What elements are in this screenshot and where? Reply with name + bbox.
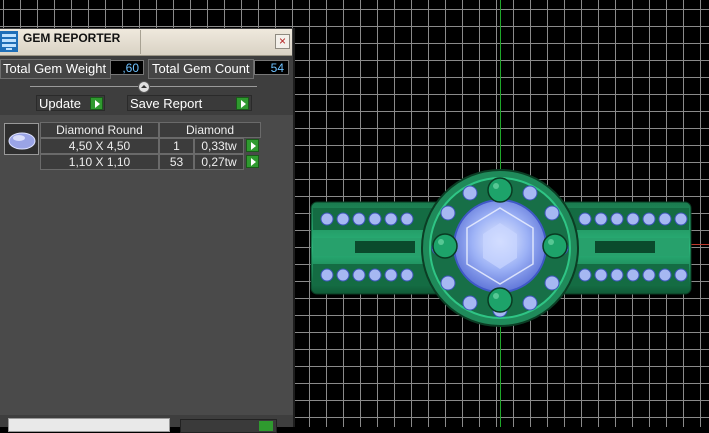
panel-title: GEM REPORTER xyxy=(23,31,121,45)
row2-weight: 0,27tw xyxy=(194,154,244,170)
total-gem-count-label: Total Gem Count xyxy=(152,61,250,76)
save-report-button[interactable]: Save Report xyxy=(127,95,252,111)
update-button-label: Update xyxy=(39,96,81,111)
row1-count: 1 xyxy=(159,138,194,154)
bottom-dropdown[interactable] xyxy=(8,418,170,432)
size-slider-handle[interactable] xyxy=(138,81,150,93)
total-gem-weight-label: Total Gem Weight xyxy=(3,61,107,76)
gem-reporter-app-icon xyxy=(0,31,18,52)
gem-thumbnail[interactable] xyxy=(4,123,39,155)
total-gem-count-value: 54 xyxy=(254,60,289,75)
save-report-button-label: Save Report xyxy=(130,96,203,111)
row1-select-icon[interactable] xyxy=(246,139,259,152)
panel-titlebar[interactable]: GEM REPORTER × xyxy=(0,29,292,56)
row1-size: 4,50 X 4,50 xyxy=(40,138,159,154)
bottom-play-icon[interactable] xyxy=(259,421,273,431)
close-icon[interactable]: × xyxy=(275,34,290,49)
round-diamond-icon xyxy=(8,132,36,150)
table-header-shape: Diamond Round xyxy=(40,122,159,138)
total-gem-weight-value: ,60 xyxy=(110,60,144,75)
row2-count: 53 xyxy=(159,154,194,170)
table-header-material: Diamond xyxy=(159,122,261,138)
titlebar-divider xyxy=(140,30,141,54)
row1-weight: 0,33tw xyxy=(194,138,244,154)
row2-select-icon[interactable] xyxy=(246,155,259,168)
row2-size: 1,10 X 1,10 xyxy=(40,154,159,170)
ring-model[interactable] xyxy=(305,168,695,328)
save-report-play-icon[interactable] xyxy=(236,97,249,110)
update-play-icon[interactable] xyxy=(90,97,103,110)
